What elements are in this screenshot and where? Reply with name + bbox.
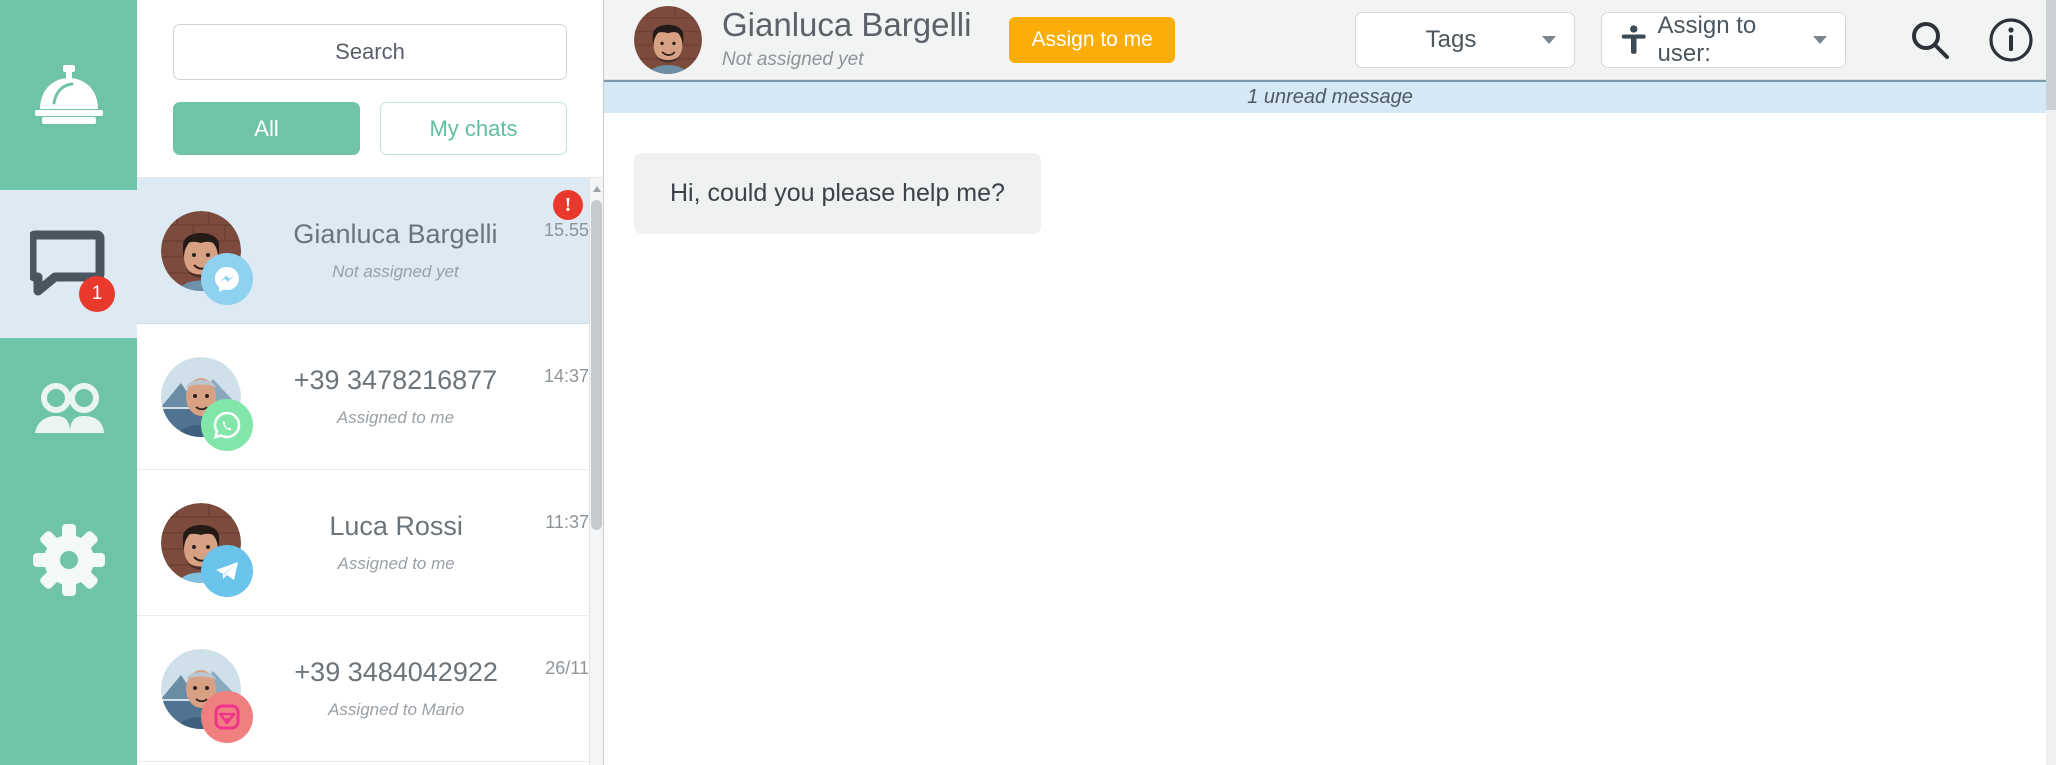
- conversation-alert-badge: !: [553, 190, 583, 220]
- service-bell-icon: [34, 65, 103, 124]
- conversation-name: Gianluca Bargelli: [293, 219, 498, 249]
- conversation-status: Not assigned yet: [332, 262, 459, 281]
- avatar: [161, 210, 253, 305]
- conversation-scroll-area: Gianluca Bargelli Not assigned yet 15.55…: [137, 177, 603, 765]
- page-scrollbar-thumb[interactable]: [2046, 0, 2056, 110]
- unread-message-label: 1 unread message: [1247, 86, 1413, 108]
- filter-tabs: All My chats: [173, 102, 567, 155]
- conversation-time: 11:37: [545, 512, 589, 532]
- search-input[interactable]: [174, 25, 566, 79]
- accessibility-person-icon: [1621, 24, 1646, 54]
- list-toolbar: All My chats: [137, 0, 603, 177]
- conversation-item[interactable]: +39 3478216877 Assigned to me 14:37: [137, 324, 603, 470]
- conversation-text: Luca Rossi Assigned to me: [247, 511, 545, 574]
- conversation-text: +39 3478216877 Assigned to me: [247, 365, 544, 428]
- filter-tab-all[interactable]: All: [173, 102, 360, 155]
- assign-to-user-dropdown[interactable]: Assign to user:: [1601, 11, 1846, 68]
- conversation-text: +39 3484042922 Assigned to Mario: [247, 657, 545, 720]
- message-area: Hi, could you please help me?: [604, 113, 2056, 765]
- avatar: [161, 502, 253, 597]
- search-box[interactable]: [173, 24, 567, 80]
- avatar: [161, 356, 253, 451]
- chat-header-avatar: [634, 5, 702, 74]
- sidebar-item-chats[interactable]: 1: [0, 190, 137, 338]
- chevron-down-icon: [1813, 35, 1827, 44]
- info-icon[interactable]: [1988, 17, 2034, 63]
- users-icon: [34, 383, 104, 433]
- chevron-down-icon: [1542, 35, 1556, 44]
- messenger-icon: [201, 252, 253, 305]
- chats-unread-badge: 1: [79, 276, 115, 312]
- conversation-text: Gianluca Bargelli Not assigned yet: [247, 219, 544, 282]
- tags-dropdown-label: Tags: [1425, 25, 1477, 53]
- conversation-name: +39 3478216877: [293, 365, 498, 395]
- filter-tab-my-chats-label: My chats: [429, 115, 518, 141]
- conversation-status: Assigned to me: [337, 554, 455, 573]
- chat-header: Gianluca Bargelli Not assigned yet Assig…: [604, 0, 2056, 80]
- sidebar-item-settings[interactable]: [0, 486, 137, 634]
- instagram-direct-icon: [201, 690, 253, 743]
- telegram-icon: [201, 544, 253, 597]
- conversation-status: Assigned to Mario: [328, 700, 465, 719]
- page-scrollbar[interactable]: [2046, 0, 2056, 765]
- left-nav-rail: 1: [0, 0, 137, 765]
- conversation-time: 14:37: [543, 366, 589, 386]
- avatar: [161, 648, 253, 743]
- conversation-name: +39 3484042922: [294, 657, 498, 687]
- tags-dropdown[interactable]: Tags: [1355, 11, 1575, 68]
- conversation-item[interactable]: +39 3484042922 Assigned to Mario 26/11: [137, 616, 603, 762]
- conversation-list-scrollbar[interactable]: [589, 178, 603, 765]
- gear-icon: [32, 524, 105, 596]
- scrollbar-thumb[interactable]: [591, 200, 602, 530]
- scroll-up-icon[interactable]: [592, 184, 602, 194]
- assign-to-user-label: Assign to user:: [1657, 11, 1757, 67]
- conversation-list-panel: All My chats: [137, 0, 604, 765]
- avatar-image: [634, 5, 702, 74]
- app-logo: [0, 0, 137, 190]
- whatsapp-icon: [201, 398, 253, 451]
- conversation-status: Assigned to me: [336, 408, 455, 427]
- assignment-status: Not assigned yet: [722, 48, 864, 70]
- conversation-name: Luca Rossi: [329, 511, 463, 541]
- chat-header-identity: Gianluca Bargelli Not assigned yet: [722, 8, 971, 71]
- conversation-time: 26/11: [545, 658, 589, 678]
- app-root: 1 Search All My chats Gianluca Bargelli …: [0, 0, 2056, 765]
- unread-message-banner: 1 unread message: [604, 80, 2056, 113]
- message-bubble: Hi, could you please help me?: [634, 153, 1041, 234]
- filter-tab-my-chats[interactable]: My chats: [380, 102, 567, 155]
- filter-tab-all-label: All: [254, 115, 279, 141]
- conversation-item[interactable]: Luca Rossi Assigned to me 11:37: [137, 470, 603, 616]
- sidebar-item-contacts[interactable]: [0, 338, 137, 486]
- search-icon[interactable]: [1908, 18, 1952, 62]
- page-title: Gianluca Bargelli: [722, 6, 972, 44]
- chat-panel: Gianluca Bargelli Not assigned yet Assig…: [604, 0, 2056, 765]
- conversation-item[interactable]: Gianluca Bargelli Not assigned yet 15.55…: [137, 178, 603, 324]
- conversation-time: 15.55: [543, 220, 589, 240]
- assign-to-me-button[interactable]: Assign to me: [1009, 16, 1175, 63]
